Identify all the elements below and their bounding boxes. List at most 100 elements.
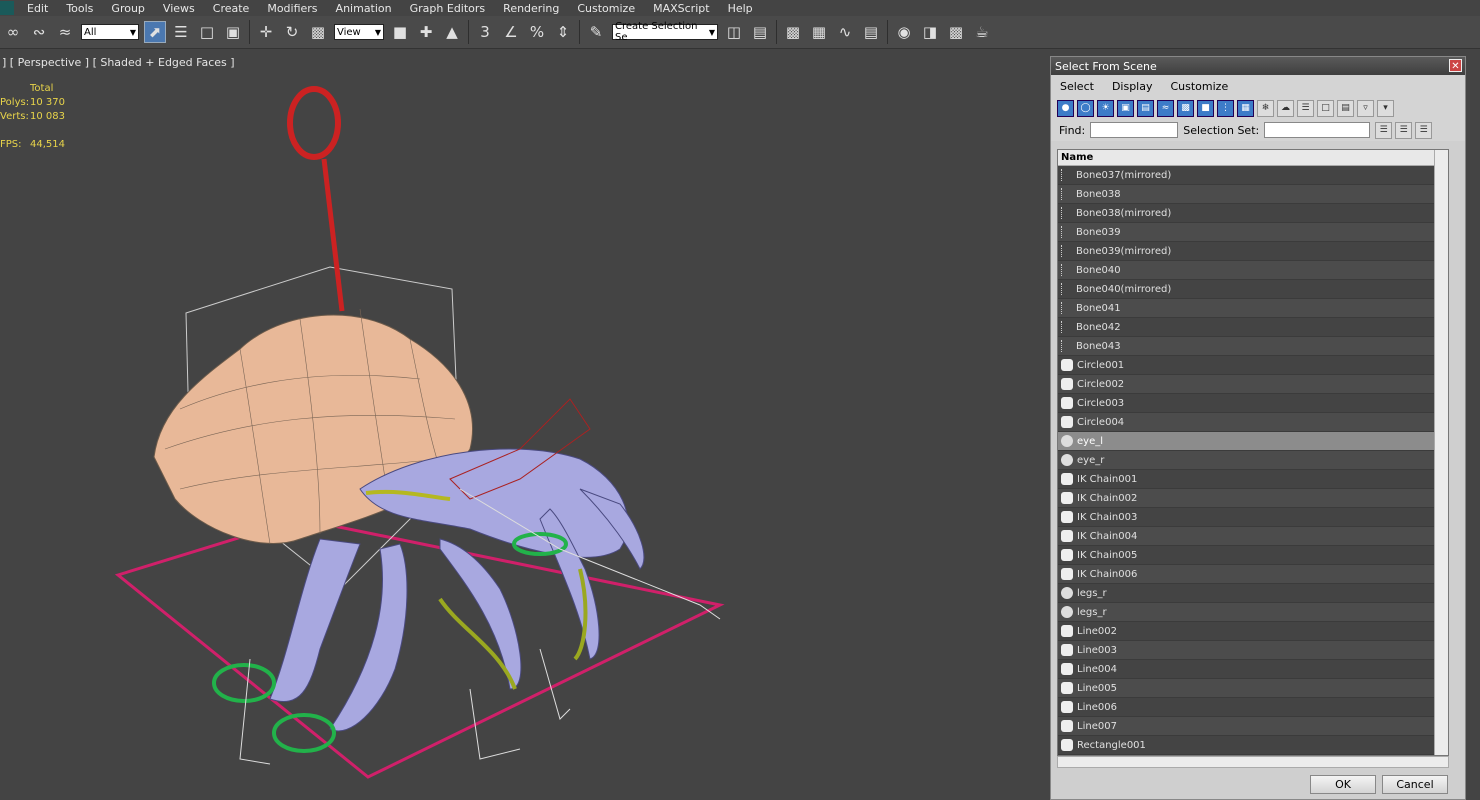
horizontal-scrollbar[interactable] [1057, 756, 1449, 768]
pivot-center-icon[interactable]: ■ [389, 21, 411, 43]
object-row[interactable]: legs_r [1058, 603, 1448, 622]
perspective-viewport[interactable]: ] [ Perspective ] [ Shaded + Edged Faces… [0, 49, 1048, 800]
rendered-frame-window-icon[interactable]: ▩ [945, 21, 967, 43]
graphite-ribbon-icon[interactable]: ▦ [808, 21, 830, 43]
dialog-menu-display[interactable]: Display [1103, 80, 1162, 93]
display-frozen-icon[interactable]: ❄ [1257, 99, 1274, 117]
object-row[interactable]: Bone043 [1058, 337, 1448, 356]
select-all-icon[interactable]: ☰ [1297, 99, 1314, 117]
object-row[interactable]: Bone038(mirrored) [1058, 204, 1448, 223]
close-icon[interactable]: ✕ [1449, 59, 1462, 72]
app-logo-icon[interactable] [0, 1, 14, 15]
select-manipulate-icon[interactable]: ✚ [415, 21, 437, 43]
snaps-toggle-icon[interactable]: 3 [474, 21, 496, 43]
object-row[interactable]: Bone042 [1058, 318, 1448, 337]
ok-button[interactable]: OK [1310, 775, 1376, 794]
object-row[interactable]: Bone038 [1058, 185, 1448, 204]
mirror-icon[interactable]: ◫ [723, 21, 745, 43]
selection-set-dropdown[interactable] [1264, 122, 1371, 138]
viewport-label[interactable]: ] [ Perspective ] [ Shaded + Edged Faces… [2, 56, 235, 69]
move-icon[interactable]: ✛ [255, 21, 277, 43]
vertical-scrollbar[interactable] [1434, 150, 1448, 755]
object-row[interactable]: Circle004 [1058, 413, 1448, 432]
menu-maxscript[interactable]: MAXScript [644, 2, 718, 15]
object-row[interactable]: Bone040(mirrored) [1058, 280, 1448, 299]
object-row[interactable]: IK Chain005 [1058, 546, 1448, 565]
object-row[interactable]: eye_r [1058, 451, 1448, 470]
material-editor-icon[interactable]: ◉ [893, 21, 915, 43]
display-helpers-icon[interactable]: ▤ [1137, 99, 1154, 117]
menu-rendering[interactable]: Rendering [494, 2, 568, 15]
object-row[interactable]: Line005 [1058, 679, 1448, 698]
object-row[interactable]: Bone039(mirrored) [1058, 242, 1448, 261]
rectangular-selection-icon[interactable]: □ [196, 21, 218, 43]
unlink-icon[interactable]: ∾ [28, 21, 50, 43]
object-row[interactable]: Line006 [1058, 698, 1448, 717]
scene-object-list[interactable]: Name Bone037(mirrored) Bone038 Bone038(mir… [1057, 149, 1449, 756]
layer-manager-icon[interactable]: ▩ [782, 21, 804, 43]
display-space-warps-icon[interactable]: ≈ [1157, 99, 1174, 117]
antenna-ring-shape[interactable] [287, 86, 341, 160]
render-production-icon[interactable]: ☕ [971, 21, 993, 43]
column-header-name[interactable]: Name [1058, 150, 1448, 166]
create-selection-set-icon[interactable]: ☰ [1375, 121, 1393, 139]
object-row[interactable]: Bone039 [1058, 223, 1448, 242]
object-row[interactable]: IK Chain001 [1058, 470, 1448, 489]
display-bones-icon[interactable]: ⋮ [1217, 99, 1234, 117]
link-icon[interactable]: ∞ [2, 21, 24, 43]
menu-graph-editors[interactable]: Graph Editors [401, 2, 495, 15]
find-input[interactable] [1090, 122, 1179, 138]
display-hidden-icon[interactable]: ☁ [1277, 99, 1294, 117]
display-lights-icon[interactable]: ☀ [1097, 99, 1114, 117]
object-row[interactable]: IK Chain002 [1058, 489, 1448, 508]
menu-help[interactable]: Help [719, 2, 762, 15]
object-row[interactable]: Bone040 [1058, 261, 1448, 280]
select-object-icon[interactable]: ⬈ [144, 21, 166, 43]
object-row[interactable]: Bone041 [1058, 299, 1448, 318]
menu-modifiers[interactable]: Modifiers [258, 2, 326, 15]
menu-views[interactable]: Views [154, 2, 204, 15]
window-crossing-icon[interactable]: ▣ [222, 21, 244, 43]
percent-snap-icon[interactable]: % [526, 21, 548, 43]
curve-editor-icon[interactable]: ∿ [834, 21, 856, 43]
menu-customize[interactable]: Customize [568, 2, 644, 15]
object-row[interactable]: Circle001 [1058, 356, 1448, 375]
object-row[interactable]: legs_r [1058, 584, 1448, 603]
select-none-icon[interactable]: □ [1317, 99, 1334, 117]
angle-snap-icon[interactable]: ∠ [500, 21, 522, 43]
menu-create[interactable]: Create [204, 2, 259, 15]
object-row[interactable]: Circle002 [1058, 375, 1448, 394]
keyboard-shortcut-override-icon[interactable]: ▲ [441, 21, 463, 43]
select-by-name-icon[interactable]: ☰ [170, 21, 192, 43]
object-row[interactable]: Line007 [1058, 717, 1448, 736]
display-containers-icon[interactable]: ▦ [1237, 99, 1254, 117]
dialog-menu-select[interactable]: Select [1051, 80, 1103, 93]
object-row[interactable]: eye_l [1058, 432, 1448, 451]
menu-tools[interactable]: Tools [57, 2, 102, 15]
cancel-button[interactable]: Cancel [1382, 775, 1448, 794]
menu-edit[interactable]: Edit [18, 2, 57, 15]
object-row[interactable]: Line003 [1058, 641, 1448, 660]
object-row[interactable]: IK Chain003 [1058, 508, 1448, 527]
object-row[interactable]: IK Chain004 [1058, 527, 1448, 546]
display-cameras-icon[interactable]: ▣ [1117, 99, 1134, 117]
select-invert-icon[interactable]: ▤ [1337, 99, 1354, 117]
schematic-view-icon[interactable]: ▤ [860, 21, 882, 43]
named-selection-set-dropdown[interactable]: Create Selection Se ▼ [612, 21, 718, 43]
display-xrefs-icon[interactable]: ■ [1197, 99, 1214, 117]
dialog-title-bar[interactable]: Select From Scene ✕ [1051, 57, 1465, 75]
filter-list-icon[interactable]: ▾ [1377, 99, 1394, 117]
reference-coordinate-dropdown[interactable]: View ▼ [334, 24, 384, 40]
ground-rectangle-shape[interactable] [114, 517, 725, 779]
display-shapes-icon[interactable]: ◯ [1077, 99, 1094, 117]
menu-group[interactable]: Group [102, 2, 154, 15]
scale-icon[interactable]: ▩ [307, 21, 329, 43]
object-row[interactable]: Circle003 [1058, 394, 1448, 413]
bind-space-warp-icon[interactable]: ≈ [54, 21, 76, 43]
display-geometry-icon[interactable]: ● [1057, 99, 1074, 117]
edit-named-selection-icon[interactable]: ✎ [585, 21, 607, 43]
edit-selection-set-icon[interactable]: ☰ [1395, 121, 1413, 139]
filter-icon[interactable]: ▿ [1357, 99, 1374, 117]
antenna-helper-shape[interactable] [321, 158, 345, 312]
selection-filter-dropdown[interactable]: All ▼ [81, 24, 139, 40]
